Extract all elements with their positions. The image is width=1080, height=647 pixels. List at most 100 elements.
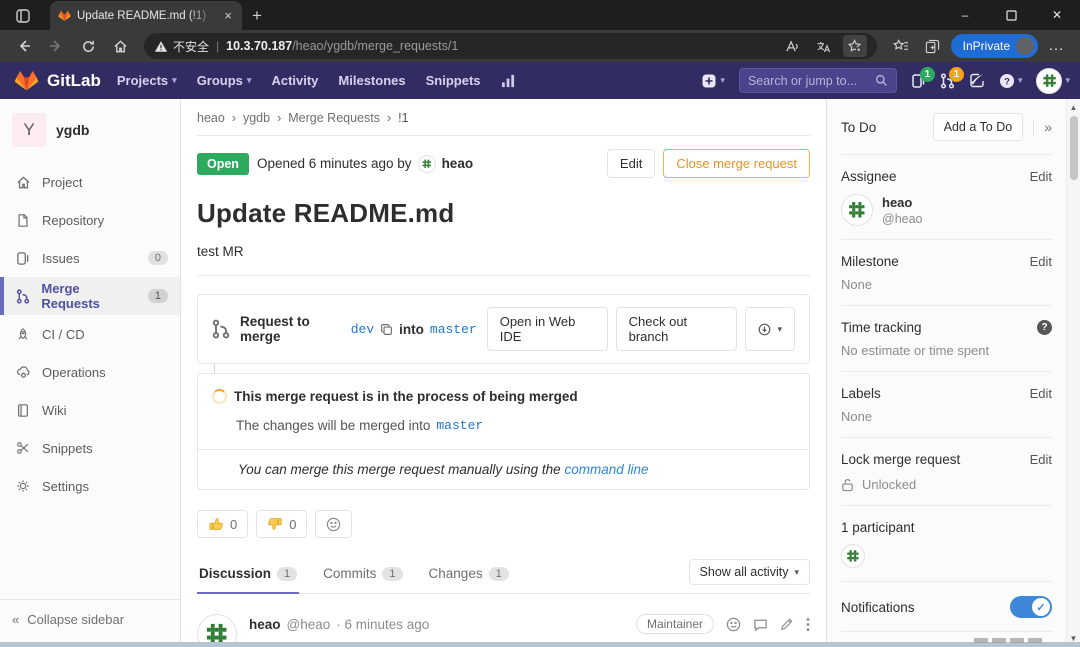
not-secure-warning[interactable]: 不安全 — [154, 38, 209, 55]
merge-widget-header: Request to merge dev into master Open in… — [197, 294, 810, 364]
address-bar[interactable]: 不安全 | 10.3.70.187/heao/ygdb/merge_reques… — [144, 33, 877, 59]
favorites-bar-icon[interactable] — [887, 33, 915, 59]
download-icon — [758, 323, 771, 336]
gitlab-brand[interactable]: GitLab — [14, 69, 101, 93]
tab-discussion[interactable]: Discussion 1 — [197, 556, 299, 593]
charts-icon[interactable] — [501, 74, 516, 88]
project-header[interactable]: Y ygdb — [0, 99, 180, 163]
download-dropdown-button[interactable]: ▾ — [745, 307, 795, 351]
window-maximize-button[interactable] — [988, 0, 1034, 30]
participants-label: 1 participant — [841, 520, 1052, 535]
notifications-toggle[interactable]: ✓ — [1010, 596, 1052, 618]
window-minimize-button[interactable]: – — [942, 0, 988, 30]
home-icon[interactable] — [106, 33, 134, 59]
back-icon[interactable] — [10, 33, 38, 59]
assignee-user[interactable]: heao @heao — [841, 194, 1052, 226]
more-options-kebab-icon[interactable] — [806, 617, 810, 632]
reply-comment-icon[interactable] — [753, 617, 768, 632]
todos-nav-icon[interactable] — [969, 73, 985, 88]
assignee-edit-link[interactable]: Edit — [1030, 169, 1052, 184]
add-reaction-icon[interactable] — [726, 617, 741, 632]
thumbs-up-count: 0 — [230, 517, 237, 532]
target-branch-ref[interactable]: master — [436, 418, 483, 433]
breadcrumb-project[interactable]: ygdb — [243, 111, 270, 125]
close-merge-request-button[interactable]: Close merge request — [663, 149, 810, 178]
issues-nav-icon[interactable]: 1 — [911, 73, 926, 89]
author-avatar[interactable] — [418, 155, 436, 173]
collections-icon[interactable] — [919, 33, 947, 59]
nav-projects[interactable]: Projects▾ — [117, 73, 177, 88]
labels-edit-link[interactable]: Edit — [1030, 386, 1052, 401]
sidebar-item-wiki[interactable]: Wiki — [0, 391, 180, 429]
new-menu-icon[interactable]: ▾ — [701, 73, 725, 89]
add-favorite-star-icon[interactable] — [843, 35, 867, 57]
checkout-branch-button[interactable]: Check out branch — [616, 307, 738, 351]
warning-triangle-icon — [154, 40, 168, 53]
edit-button[interactable]: Edit — [607, 149, 655, 178]
project-name: ygdb — [56, 122, 89, 138]
target-branch[interactable]: master — [430, 322, 477, 337]
page-scrollbar[interactable]: ▲ ▼ — [1066, 99, 1080, 647]
sidebar-item-project[interactable]: Project — [0, 163, 180, 201]
global-search[interactable] — [739, 68, 897, 93]
breadcrumb-merge-requests[interactable]: Merge Requests — [288, 111, 380, 125]
author-name[interactable]: heao — [442, 156, 474, 171]
new-tab-button[interactable]: + — [252, 6, 262, 26]
collapse-right-sidebar-icon[interactable]: » — [1033, 119, 1052, 135]
nav-groups[interactable]: Groups▾ — [197, 73, 252, 88]
edit-comment-icon[interactable] — [780, 617, 794, 631]
scroll-up-icon[interactable]: ▲ — [1070, 99, 1078, 116]
show-all-activity-button[interactable]: Show all activity ▾ — [689, 559, 810, 585]
sidebar-item-merge-requests[interactable]: Merge Requests 1 — [0, 277, 180, 315]
lock-edit-link[interactable]: Edit — [1030, 452, 1052, 467]
assignee-avatar — [841, 194, 873, 226]
read-aloud-icon[interactable] — [781, 35, 805, 57]
tab-commits[interactable]: Commits 1 — [321, 556, 404, 593]
open-web-ide-button[interactable]: Open in Web IDE — [487, 307, 608, 351]
lock-label: Lock merge request — [841, 452, 960, 467]
browser-tab[interactable]: Update README.md (!1) · Merge × — [50, 1, 242, 30]
thumbs-down-button[interactable]: 0 — [256, 510, 307, 538]
nav-snippets[interactable]: Snippets — [426, 73, 481, 88]
participant-avatar[interactable] — [841, 544, 865, 568]
search-input[interactable] — [748, 74, 875, 88]
tab-actions-icon[interactable] — [8, 2, 38, 30]
merge-request-icon — [212, 319, 230, 339]
url-text[interactable]: 10.3.70.187/heao/ygdb/merge_requests/1 — [226, 39, 774, 53]
browser-menu-icon[interactable]: … — [1042, 33, 1070, 59]
forward-icon[interactable] — [42, 33, 70, 59]
time-tracking-help-icon[interactable]: ? — [1037, 320, 1052, 335]
translate-icon[interactable] — [812, 35, 836, 57]
command-line-link[interactable]: command line — [564, 462, 648, 477]
changes-count: 1 — [489, 567, 509, 581]
user-avatar-menu[interactable]: ▾ — [1036, 68, 1070, 94]
tab-changes[interactable]: Changes 1 — [427, 556, 511, 593]
merge-state-detail: The changes will be merged into master — [236, 418, 795, 433]
sidebar-item-cicd[interactable]: CI / CD — [0, 315, 180, 353]
add-emoji-button[interactable] — [315, 510, 352, 538]
tab-close-icon[interactable]: × — [222, 8, 234, 23]
sidebar-item-snippets[interactable]: Snippets — [0, 429, 180, 467]
add-todo-button[interactable]: Add a To Do — [933, 113, 1024, 141]
breadcrumb-group[interactable]: heao — [197, 111, 225, 125]
thumbs-up-button[interactable]: 0 — [197, 510, 248, 538]
toggle-check-icon: ✓ — [1032, 598, 1050, 616]
inprivate-badge[interactable]: InPrivate — [951, 34, 1038, 58]
sidebar-item-settings[interactable]: Settings — [0, 467, 180, 505]
milestone-edit-link[interactable]: Edit — [1030, 254, 1052, 269]
merge-requests-nav-icon[interactable]: 1 — [940, 73, 955, 89]
window-close-button[interactable]: ✕ — [1034, 0, 1080, 30]
collapse-sidebar-button[interactable]: « Collapse sidebar — [0, 599, 180, 639]
sidebar-item-repository[interactable]: Repository — [0, 201, 180, 239]
scrollbar-thumb[interactable] — [1070, 116, 1078, 180]
nav-milestones[interactable]: Milestones — [338, 73, 405, 88]
sidebar-item-operations[interactable]: Operations — [0, 353, 180, 391]
help-menu-icon[interactable]: ? ▾ — [999, 73, 1023, 89]
source-branch[interactable]: dev — [351, 322, 374, 337]
breadcrumb-mr-number: !1 — [398, 111, 408, 125]
nav-activity[interactable]: Activity — [271, 73, 318, 88]
copy-branch-icon[interactable] — [380, 323, 393, 336]
comment-author-name[interactable]: heao — [249, 617, 281, 632]
sidebar-item-issues[interactable]: Issues 0 — [0, 239, 180, 277]
refresh-icon[interactable] — [74, 33, 102, 59]
